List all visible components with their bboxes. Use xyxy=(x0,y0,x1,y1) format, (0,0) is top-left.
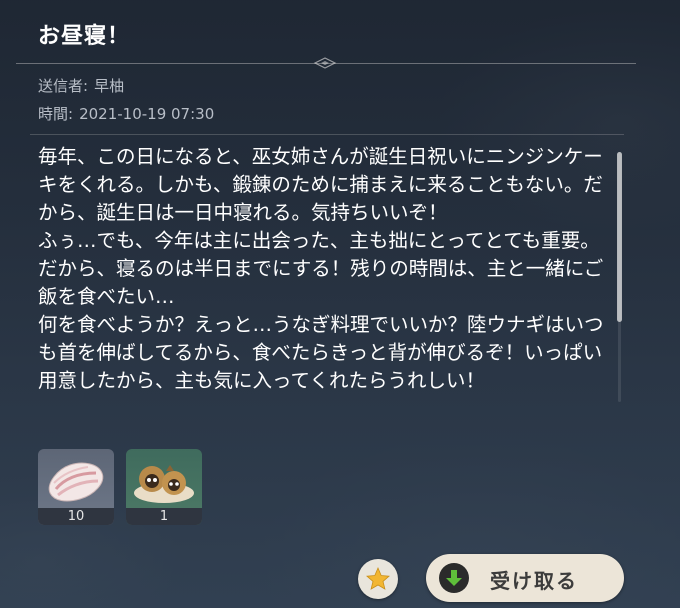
raw-meat-icon xyxy=(48,462,104,502)
message-box[interactable]: 毎年、この日になると、巫女姉さんが誕生日祝いにニンジンケーキをくれる。しかも、鍛… xyxy=(30,134,624,407)
download-arrow-icon xyxy=(439,563,469,593)
claim-button-label: 受け取る xyxy=(490,569,578,593)
star-icon xyxy=(366,566,390,590)
attachment-count: 10 xyxy=(38,508,114,525)
divider-ornament-icon xyxy=(313,57,337,69)
favorite-button[interactable] xyxy=(358,559,398,599)
sender-line: 送信者: 早柚 xyxy=(38,75,124,96)
time-value: 2021-10-19 07:30 xyxy=(79,105,215,123)
claim-button[interactable]: 受け取る xyxy=(426,554,624,602)
attachment-count: 1 xyxy=(126,508,202,525)
sender-label: 送信者: xyxy=(38,77,89,95)
message-body: 毎年、この日になると、巫女姉さんが誕生日祝いにニンジンケーキをくれる。しかも、鍛… xyxy=(38,145,604,392)
mail-title: お昼寝！ xyxy=(38,24,131,49)
sender-name: 早柚 xyxy=(94,77,125,95)
tanuki-dish-icon xyxy=(134,465,194,503)
time-label: 時間: xyxy=(38,105,74,123)
attachment-item[interactable]: 1 xyxy=(126,449,202,525)
mail-panel: お昼寝！ 送信者: 早柚 時間: 2021-10-19 07:30 毎年、この日にな… xyxy=(0,0,680,608)
attachment-item[interactable]: 10 xyxy=(38,449,114,525)
time-line: 時間: 2021-10-19 07:30 xyxy=(38,103,214,124)
scrollbar-thumb[interactable] xyxy=(617,152,622,322)
